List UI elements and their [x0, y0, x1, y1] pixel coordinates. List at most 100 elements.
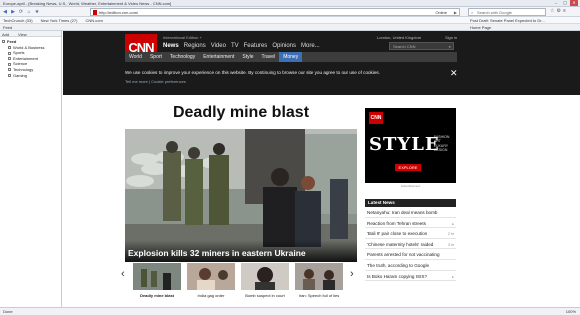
favorites-ticker[interactable]: Post Draft: Senate Panel Expected to Dr.… — [470, 18, 545, 23]
subnav-sport[interactable]: Sport — [146, 52, 166, 62]
folder-icon — [8, 68, 11, 72]
cookie-banner: We use cookies to improve your experienc… — [63, 64, 580, 95]
carousel-item[interactable]: India gag order — [187, 263, 235, 298]
tree-node-label: Gaming — [13, 72, 28, 78]
forward-icon[interactable]: ▶ — [10, 9, 16, 15]
nav-features[interactable]: Features — [244, 43, 268, 49]
location-label[interactable]: London, United Kingdom — [377, 35, 421, 40]
nav-opinions[interactable]: Opinions — [272, 43, 296, 49]
star-icon[interactable]: ☆ — [550, 9, 554, 14]
nav-more[interactable]: More... — [301, 43, 320, 49]
favorites-list: TechCrunch (33) New York Times (27) CNN.… — [3, 18, 103, 23]
search-icon: ⌕ — [471, 10, 474, 15]
favorite-item[interactable]: New York Times (27) — [41, 18, 78, 23]
sign-in-link[interactable]: Sign in — [445, 35, 457, 40]
carousel-next-icon[interactable]: › — [350, 267, 354, 281]
edition-selector[interactable]: International Edition + — [163, 35, 202, 40]
feed-label[interactable]: Feed — [3, 25, 12, 30]
back-icon[interactable]: ◀ — [2, 9, 8, 15]
connection-status: Online — [435, 10, 447, 15]
nav-buttons: ◀ ▶ ⟳ ⌂ ★ — [2, 9, 40, 15]
sidebar-header: Add View — [0, 31, 61, 37]
refresh-icon[interactable]: ⟳ — [18, 9, 24, 15]
folder-icon — [8, 51, 11, 55]
add-button[interactable]: Add — [2, 32, 9, 37]
window-titlebar: Europe-april - [Breaking News, U.S., Wor… — [0, 0, 580, 7]
cnn-search-input[interactable]: Search CNN ⌕ — [389, 42, 454, 50]
folder-icon — [8, 62, 11, 66]
subnav-technology[interactable]: Technology — [166, 52, 199, 62]
thumbnail-image — [241, 263, 289, 290]
latest-news-link[interactable]: Netanyahu: Iran deal means bomb — [367, 210, 437, 215]
carousel-item-label: Iran: Speech full of lies — [298, 293, 340, 298]
tree-node-label: Feed — [7, 39, 17, 44]
window-controls: – ▢ ✕ — [552, 0, 578, 6]
carousel-prev-icon[interactable]: ‹ — [121, 267, 125, 281]
latest-news-item[interactable]: Parents arrested for not vaccinating — [365, 249, 456, 260]
subnav-money[interactable]: Money — [279, 52, 303, 62]
hero-caption-text[interactable]: Explosion kills 32 miners in eastern Ukr… — [128, 248, 306, 258]
latest-news: Latest News Netanyahu: Iran deal means b… — [365, 199, 456, 282]
favorite-item[interactable]: CNN.com — [85, 18, 102, 23]
latest-news-link[interactable]: Reaction from Tehran streets — [367, 221, 426, 226]
subnav-travel[interactable]: Travel — [257, 52, 279, 62]
latest-news-link[interactable]: Is Boko Haram copying ISIS? — [367, 274, 427, 279]
view-button[interactable]: View — [18, 32, 27, 37]
style-advertisement[interactable]: CNN STYLE FASHION ART LUXURY DESIGN EXPL… — [365, 108, 456, 183]
nav-tv[interactable]: TV — [231, 43, 239, 49]
latest-news-item[interactable]: 'Chinese maternity hotels' raided 3 hr — [365, 239, 456, 250]
latest-news-item[interactable]: Is Boko Haram copying ISIS? ▸ — [365, 271, 456, 282]
gear-icon[interactable]: ⚙ — [556, 9, 560, 14]
go-icon[interactable]: ▶ — [454, 10, 457, 15]
tree-node-label: Science — [13, 61, 28, 67]
zoom-level[interactable]: 100% — [566, 309, 576, 314]
cnn-ad-logo: CNN — [369, 112, 383, 124]
address-bar[interactable]: http://edition.cnn.com/ Online ▶ — [90, 8, 460, 16]
latest-news-link[interactable]: Parents arrested for not vaccinating — [367, 252, 440, 257]
latest-news-item[interactable]: Reaction from Tehran streets ▸ — [365, 218, 456, 229]
latest-news-item[interactable]: 'Bali 9' pair close to execution 2 hr — [365, 228, 456, 239]
latest-news-link[interactable]: 'Chinese maternity hotels' raided — [367, 242, 433, 247]
latest-news-link[interactable]: 'Bali 9' pair close to execution — [367, 231, 427, 236]
carousel-item[interactable]: Iran: Speech full of lies — [295, 263, 343, 298]
web-page: CNN International Edition + News Regions… — [63, 31, 580, 307]
home-page-tab[interactable]: Home Page — [470, 25, 491, 30]
subnav-entertainment[interactable]: Entertainment — [199, 52, 238, 62]
nav-regions[interactable]: Regions — [184, 43, 206, 49]
ad-style-text: STYLE — [369, 134, 440, 155]
favorite-icon[interactable]: ★ — [34, 9, 40, 15]
feed-tree: Feed World & Business Sports Entertainme… — [0, 37, 61, 80]
address-url[interactable]: http://edition.cnn.com/ — [99, 10, 138, 15]
latest-news-tag: 3 hr — [447, 242, 454, 247]
minimize-button[interactable]: – — [552, 0, 560, 6]
page-headline[interactable]: Deadly mine blast — [125, 104, 357, 122]
expand-icon[interactable] — [2, 40, 5, 44]
close-icon[interactable]: ✕ — [450, 69, 458, 78]
menu-icon[interactable]: ≡ — [563, 9, 566, 14]
nav-video[interactable]: Video — [211, 43, 226, 49]
browser-search-input[interactable]: ⌕ Search with Google — [468, 8, 546, 16]
latest-news-item[interactable]: The truth, according to Google — [365, 260, 456, 271]
subnav-style[interactable]: Style — [238, 52, 257, 62]
cnn-header: CNN International Edition + News Regions… — [63, 31, 580, 64]
latest-news-link[interactable]: The truth, according to Google — [367, 263, 429, 268]
subnav-world[interactable]: World — [125, 52, 146, 62]
close-window-button[interactable]: ✕ — [570, 0, 578, 6]
carousel-item[interactable]: Bomb suspect in court — [241, 263, 289, 298]
carousel-item-label: India gag order — [197, 293, 225, 298]
thumbnail-image — [187, 263, 235, 290]
cookie-links[interactable]: Tell me more | Cookie preferences — [125, 79, 186, 84]
latest-news-item[interactable]: Netanyahu: Iran deal means bomb — [365, 207, 456, 218]
carousel-item[interactable]: Deadly mine blast — [133, 263, 181, 298]
maximize-button[interactable]: ▢ — [561, 0, 569, 6]
favorite-item[interactable]: TechCrunch (33) — [3, 18, 33, 23]
nav-news[interactable]: News — [163, 43, 179, 49]
browser-navbar: ◀ ▶ ⟳ ⌂ ★ http://edition.cnn.com/ Online… — [0, 7, 580, 17]
search-icon[interactable]: ⌕ — [449, 44, 451, 49]
hero-image[interactable]: Explosion kills 32 miners in eastern Ukr… — [125, 129, 357, 262]
thumbnail-image — [295, 263, 343, 290]
home-icon[interactable]: ⌂ — [26, 9, 32, 15]
sub-nav: World Sport Technology Entertainment Sty… — [125, 52, 457, 62]
ad-explore-button[interactable]: EXPLORE — [395, 164, 421, 171]
tree-node[interactable]: Gaming — [2, 73, 59, 79]
